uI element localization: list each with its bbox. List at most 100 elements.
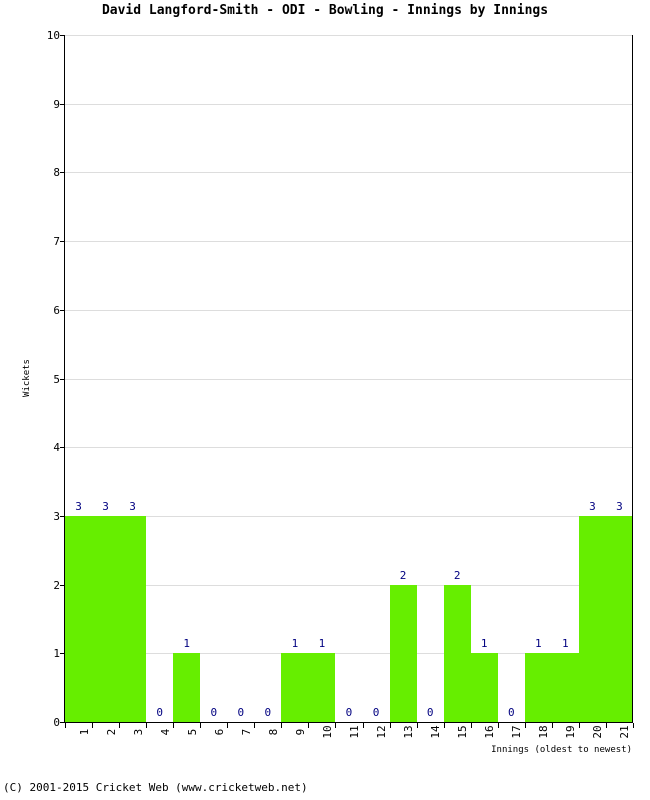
x-axis-label: 8: [266, 728, 280, 736]
x-axis-label: 20: [591, 725, 605, 739]
bar: [605, 515, 633, 722]
bar-value-label: 1: [562, 637, 569, 651]
x-axis-label: 19: [564, 725, 578, 739]
bar: [578, 515, 606, 722]
footer-copyright: (C) 2001-2015 Cricket Web (www.cricketwe…: [3, 781, 308, 794]
bar-value-label: 2: [399, 568, 407, 582]
bar-value-label: 0: [507, 706, 515, 719]
gridline: [65, 241, 633, 243]
y-axis-tick: [60, 103, 65, 105]
y-axis-tick: [60, 309, 65, 311]
bar-value-label: 0: [210, 706, 218, 719]
bar: [524, 653, 552, 722]
x-axis-tick: [470, 723, 472, 728]
y-axis-tick: [60, 447, 65, 449]
gridline: [65, 584, 633, 586]
x-axis-title: Innings (oldest to newest): [491, 745, 632, 755]
bar-value-label: 0: [156, 706, 163, 719]
x-axis-label: 7: [239, 728, 253, 736]
bar-value-label: 0: [237, 706, 245, 719]
plot-area: 3 3 3 0 1 0 0 0 1 1 0 0 2 0 2 1 0 1 1 3 3: [60, 35, 634, 728]
x-axis-tick: [227, 723, 229, 728]
x-axis-tick: [173, 723, 175, 728]
bar-value-label: 0: [345, 706, 353, 719]
gridline: [65, 35, 633, 36]
x-axis-label: 6: [212, 728, 226, 736]
y-axis-label: 0: [53, 716, 60, 729]
bar-value-label: 3: [616, 499, 623, 513]
y-axis-label: 8: [53, 166, 60, 180]
bar: [389, 584, 417, 722]
bar-value-label: 0: [264, 706, 272, 719]
bar-value-label: 1: [318, 637, 326, 651]
x-axis-tick: [551, 723, 553, 728]
bar: [443, 584, 471, 722]
bar-value-label: 3: [75, 499, 82, 513]
gridline: [65, 103, 633, 105]
x-axis-label: 12: [375, 725, 389, 739]
x-axis-tick: [524, 723, 526, 728]
bar-value-label: 3: [129, 499, 136, 513]
gridline: [65, 172, 633, 174]
x-axis-tick: [605, 723, 607, 728]
x-axis-label: 9: [293, 728, 307, 736]
bar-value-label: 1: [291, 637, 299, 651]
bar-value-label: 3: [589, 499, 596, 513]
bar: [281, 653, 309, 722]
y-axis-label: 4: [53, 441, 60, 455]
x-axis-tick: [633, 723, 634, 728]
bar-value-label: 1: [535, 637, 542, 651]
x-axis-tick: [200, 723, 202, 728]
x-axis-label: 13: [402, 725, 416, 739]
y-axis-tick: [60, 172, 65, 174]
x-axis-tick: [497, 723, 499, 728]
x-axis-tick: [416, 723, 418, 728]
y-axis-label: 2: [53, 578, 60, 592]
y-axis-label: 10: [46, 29, 60, 42]
y-axis-label: 5: [53, 372, 60, 386]
gridline: [65, 378, 633, 380]
y-axis-tick: [60, 378, 65, 380]
x-axis-label: 21: [618, 725, 632, 739]
bar: [92, 515, 120, 722]
y-axis-tick: [60, 35, 65, 36]
x-axis-label: 14: [429, 725, 443, 739]
x-axis-tick: [335, 723, 337, 728]
x-axis-label: 11: [348, 725, 361, 739]
bar: [470, 653, 498, 722]
bar-value-label: 0: [426, 706, 434, 719]
bar: [119, 515, 147, 722]
x-axis-label: 16: [483, 725, 497, 739]
bar: [551, 653, 579, 722]
gridline: [65, 447, 633, 449]
x-axis-label: 4: [158, 728, 172, 736]
chart-title: David Langford-Smith - ODI - Bowling - I…: [101, 3, 549, 18]
gridline: [65, 515, 633, 517]
x-axis-tick: [119, 723, 121, 728]
x-axis-tick: [281, 723, 283, 728]
y-axis-label: 9: [53, 97, 60, 111]
x-axis-tick: [362, 723, 364, 728]
x-axis-tick: [578, 723, 580, 728]
x-axis-tick: [308, 723, 310, 728]
x-axis-tick: [65, 723, 66, 728]
x-axis-label: 1: [77, 728, 91, 736]
bar: [65, 515, 93, 722]
x-axis-label: 2: [104, 728, 118, 736]
bar-value-label: 2: [453, 568, 461, 582]
plot-right-border: [632, 35, 633, 723]
x-axis-tick: [254, 723, 256, 728]
bar-value-label: 0: [372, 706, 380, 719]
bar-value-label: 3: [102, 499, 109, 513]
x-axis-tick: [389, 723, 391, 728]
x-axis-label: 17: [510, 725, 524, 739]
gridline: [65, 309, 633, 311]
x-axis-tick: [443, 723, 445, 728]
x-axis-tick: [92, 723, 94, 728]
x-axis-label: 18: [537, 725, 551, 739]
bar-value-label: 1: [183, 637, 191, 651]
bar-value-label: 1: [480, 637, 488, 651]
y-axis-label: 3: [53, 509, 60, 523]
x-axis-label: 3: [131, 728, 145, 736]
y-axis-tick: [60, 241, 65, 243]
